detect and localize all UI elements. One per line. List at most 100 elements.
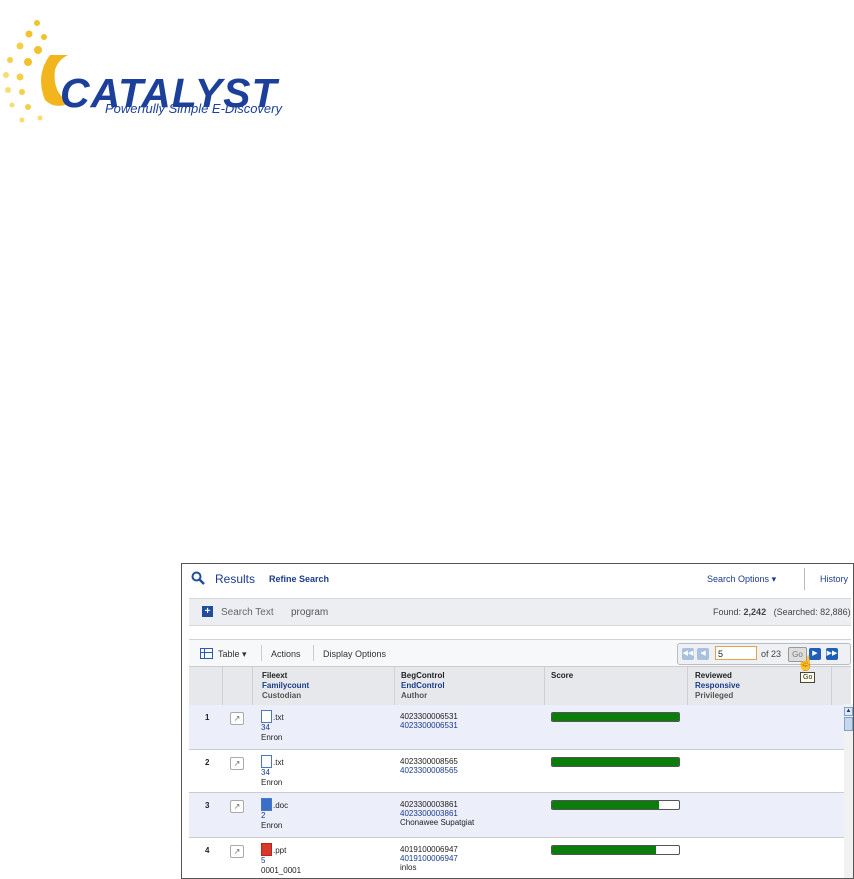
table-row[interactable]: 4 ↗ .ppt 5 0001_0001 4019100006947 40191… <box>189 838 844 878</box>
scroll-up-icon[interactable]: ▲ <box>844 707 853 716</box>
open-document-icon[interactable]: ↗ <box>230 800 244 813</box>
familycount-value: 34 <box>261 723 270 732</box>
table-view-dropdown[interactable]: Table ▾ <box>218 649 247 660</box>
column-header-begcontrol[interactable]: BegControl EndControl Author <box>401 671 445 701</box>
expand-plus-icon[interactable]: + <box>202 606 213 617</box>
table-row[interactable]: 3 ↗ .doc 2 Enron 4023300003861 402330000… <box>189 793 844 838</box>
vertical-scrollbar[interactable]: ▲ <box>844 704 853 878</box>
toolbar-divider <box>261 645 262 661</box>
score-fill <box>552 801 659 809</box>
pager: ◀◀ ◀ 5 of 23 Go ▶ ▶▶ <box>677 643 851 665</box>
column-header-score[interactable]: Score <box>551 671 573 681</box>
search-options-menu[interactable]: Search Options ▾ <box>707 574 776 585</box>
column-divider <box>222 667 223 705</box>
results-toolbar: Table ▾ Actions Display Options ◀◀ ◀ 5 o… <box>189 639 851 666</box>
col-score: Score <box>551 671 574 680</box>
author-value: inlos <box>400 863 417 872</box>
col-familycount: Familycount <box>262 681 310 690</box>
column-header-fileext[interactable]: Fileext Familycount Custodian <box>262 671 309 701</box>
found-summary: Found: 2,242 (Searched: 82,886) <box>713 607 851 617</box>
text-file-icon <box>261 755 272 768</box>
col-responsive: Responsive <box>695 681 740 690</box>
column-divider <box>252 667 253 705</box>
actions-menu[interactable]: Actions <box>271 649 301 659</box>
control-cell: 4019100006947 4019100006947 inlos <box>400 845 458 872</box>
table-label: Table <box>218 649 240 659</box>
fileext-cell: .doc 2 Enron <box>261 798 288 831</box>
begcontrol-value: 4023300008565 <box>400 757 458 766</box>
table-row[interactable]: 1 ↗ .txt 34 Enron 4023300006531 40233000… <box>189 705 844 750</box>
column-header-reviewed[interactable]: Reviewed Responsive Privileged <box>695 671 740 701</box>
text-file-icon <box>261 710 272 723</box>
fileext-cell: .ppt 5 0001_0001 <box>261 843 301 876</box>
hand-cursor-icon: ☝ <box>797 655 815 671</box>
refine-search-link[interactable]: Refine Search <box>269 574 329 584</box>
file-extension: .ppt <box>273 846 287 855</box>
found-label: Found: <box>713 607 742 617</box>
custodian-value: Enron <box>261 821 283 830</box>
begcontrol-value: 4019100006947 <box>400 845 458 854</box>
search-options-label: Search Options <box>707 574 770 584</box>
col-privileged: Privileged <box>695 691 734 700</box>
col-reviewed: Reviewed <box>695 671 732 680</box>
go-tooltip: Go <box>800 672 816 683</box>
control-cell: 4023300006531 4023300006531 <box>400 712 458 730</box>
first-page-icon[interactable]: ◀◀ <box>682 648 694 660</box>
file-extension: .txt <box>273 713 284 722</box>
score-fill <box>552 846 657 854</box>
score-bar <box>551 712 680 722</box>
familycount-value: 2 <box>261 811 266 820</box>
row-number: 3 <box>205 801 210 810</box>
endcontrol-value: 4023300006531 <box>400 721 458 730</box>
control-cell: 4023300003861 4023300003861 Chonawee Sup… <box>400 800 474 827</box>
col-author: Author <box>401 691 428 700</box>
found-count: 2,242 <box>743 607 767 617</box>
search-term: program <box>291 607 329 618</box>
col-endcontrol: EndControl <box>401 681 445 690</box>
familycount-value: 34 <box>261 768 270 777</box>
results-panel: Results Refine Search Search Options ▾ H… <box>181 563 854 879</box>
open-document-icon[interactable]: ↗ <box>230 712 244 725</box>
file-extension: .doc <box>273 801 289 810</box>
column-divider <box>394 667 395 705</box>
divider <box>804 568 805 590</box>
custodian-value: Enron <box>261 733 283 742</box>
score-bar <box>551 800 680 810</box>
open-document-icon[interactable]: ↗ <box>230 845 244 858</box>
page-number-input[interactable]: 5 <box>715 646 757 660</box>
table-row[interactable]: 2 ↗ .txt 34 Enron 4023300008565 40233000… <box>189 750 844 793</box>
logo-tagline: Powerfully Simple E-Discovery <box>105 101 282 116</box>
toolbar-divider <box>313 645 314 661</box>
begcontrol-value: 4023300006531 <box>400 712 458 721</box>
author-value: Chonawee Supatgiat <box>400 818 475 827</box>
col-fileext: Fileext <box>262 671 288 680</box>
column-divider <box>544 667 545 705</box>
open-document-icon[interactable]: ↗ <box>230 757 244 770</box>
prev-page-icon[interactable]: ◀ <box>697 648 709 660</box>
scrollbar-thumb[interactable] <box>844 717 853 731</box>
column-divider <box>687 667 688 705</box>
fileext-cell: .txt 34 Enron <box>261 710 284 743</box>
familycount-value: 5 <box>261 856 266 865</box>
last-page-icon[interactable]: ▶▶ <box>826 648 838 660</box>
searched-count: (Searched: 82,886) <box>773 607 851 617</box>
search-text-row: + Search Text program Found: 2,242 (Sear… <box>189 598 851 626</box>
col-custodian: Custodian <box>262 691 302 700</box>
search-icon <box>191 571 205 585</box>
results-header: Results Refine Search Search Options ▾ H… <box>182 564 853 594</box>
score-fill <box>552 758 679 766</box>
row-number: 2 <box>205 758 210 767</box>
begcontrol-value: 4023300003861 <box>400 800 458 809</box>
endcontrol-value: 4023300003861 <box>400 809 458 818</box>
score-bar <box>551 757 680 767</box>
custodian-value: 0001_0001 <box>261 866 302 875</box>
score-bar <box>551 845 680 855</box>
endcontrol-value: 4019100006947 <box>400 854 458 863</box>
history-link[interactable]: History <box>820 574 848 584</box>
word-file-icon <box>261 798 272 811</box>
table-view-icon <box>200 648 213 659</box>
chevron-down-icon: ▾ <box>242 649 247 659</box>
display-options-menu[interactable]: Display Options <box>323 649 386 659</box>
custodian-value: Enron <box>261 778 283 787</box>
chevron-down-icon: ▾ <box>771 574 777 584</box>
